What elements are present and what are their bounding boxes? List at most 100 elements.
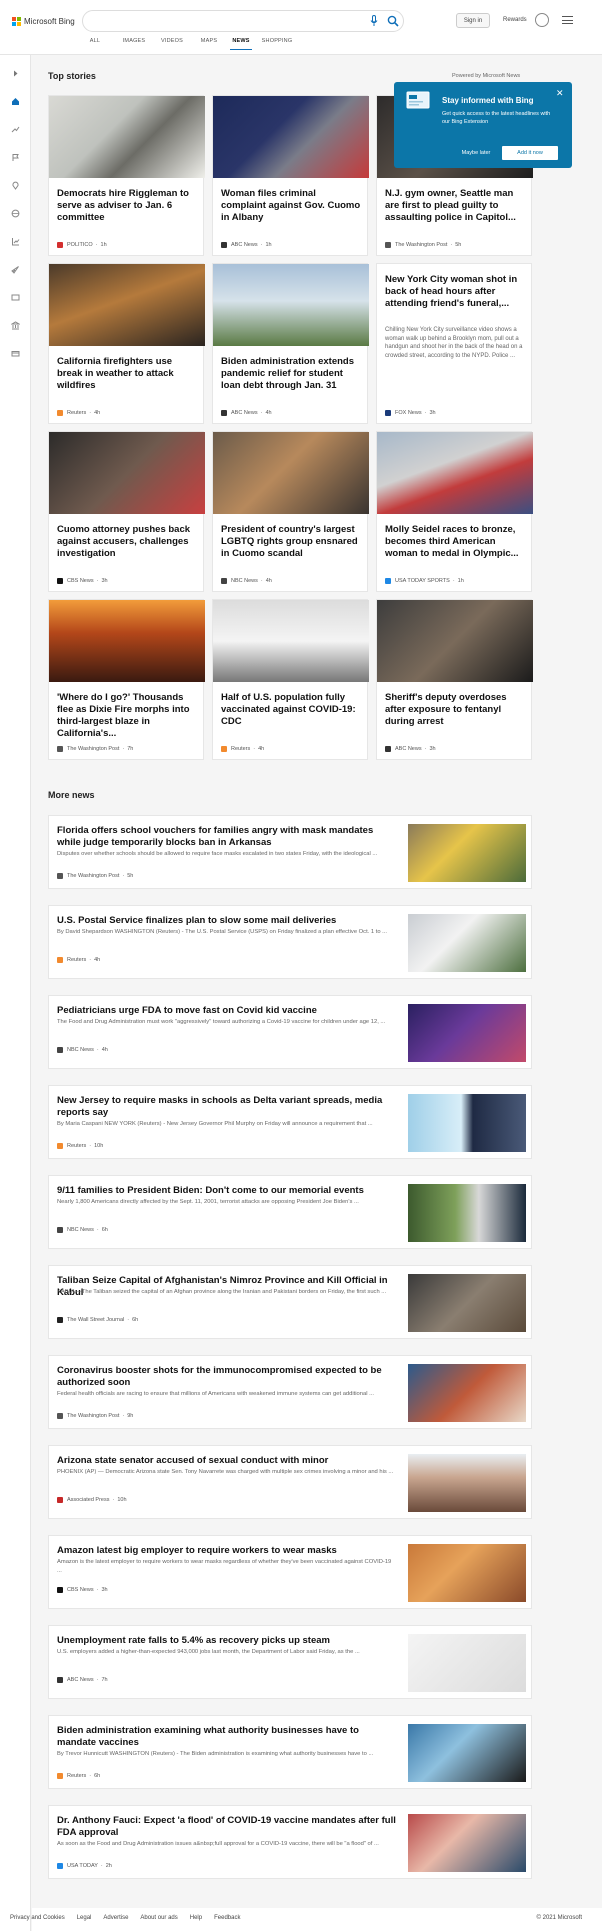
news-thumbnail[interactable] xyxy=(408,1184,526,1242)
tab-images[interactable]: IMAGES xyxy=(118,38,150,50)
story-card[interactable]: Molly Seidel races to bronze, becomes th… xyxy=(376,431,533,592)
entertainment-icon[interactable] xyxy=(11,293,20,302)
sign-in-button[interactable]: Sign in xyxy=(456,13,490,28)
news-title[interactable]: Arizona state senator accused of sexual … xyxy=(57,1455,397,1467)
story-image[interactable] xyxy=(213,96,369,178)
microphone-icon[interactable] xyxy=(370,15,378,27)
story-title[interactable]: N.J. gym owner, Seattle man are first to… xyxy=(385,188,525,224)
hamburger-menu-icon[interactable] xyxy=(562,16,573,24)
story-card[interactable]: Democrats hire Riggleman to serve as adv… xyxy=(48,95,205,256)
story-title[interactable]: Molly Seidel races to bronze, becomes th… xyxy=(385,524,525,560)
news-list-item[interactable]: New Jersey to require masks in schools a… xyxy=(48,1085,532,1159)
footer-link-advertise[interactable]: Advertise xyxy=(103,1915,128,1921)
tab-shopping[interactable]: SHOPPING xyxy=(258,38,296,50)
home-icon[interactable] xyxy=(11,97,20,106)
story-image[interactable] xyxy=(49,600,205,682)
news-title[interactable]: 9/11 families to President Biden: Don't … xyxy=(57,1185,397,1197)
footer-link-privacy[interactable]: Privacy and Cookies xyxy=(10,1915,65,1921)
news-thumbnail[interactable] xyxy=(408,1454,526,1512)
tab-videos[interactable]: VIDEOS xyxy=(156,38,188,50)
news-thumbnail[interactable] xyxy=(408,1004,526,1062)
story-card[interactable]: 'Where do I go?' Thousands flee as Dixie… xyxy=(48,599,205,760)
story-image[interactable] xyxy=(213,600,369,682)
news-title[interactable]: Amazon latest big employer to require wo… xyxy=(57,1545,397,1557)
trending-icon[interactable] xyxy=(11,125,20,134)
story-image[interactable] xyxy=(49,96,205,178)
news-thumbnail[interactable] xyxy=(408,1274,526,1332)
story-card[interactable]: President of country's largest LGBTQ rig… xyxy=(212,431,369,592)
story-title[interactable]: Half of U.S. population fully vaccinated… xyxy=(221,692,361,728)
rocket-icon[interactable] xyxy=(11,265,20,274)
footer-link-legal[interactable]: Legal xyxy=(77,1915,92,1921)
rewards-trophy-icon[interactable] xyxy=(535,13,549,27)
news-list-item[interactable]: Dr. Anthony Fauci: Expect 'a flood' of C… xyxy=(48,1805,532,1879)
story-title[interactable]: California firefighters use break in wea… xyxy=(57,356,197,392)
cards-icon[interactable] xyxy=(11,349,20,358)
bing-logo[interactable]: Microsoft Bing xyxy=(12,14,75,28)
story-image[interactable] xyxy=(377,432,533,514)
news-title[interactable]: Unemployment rate falls to 5.4% as recov… xyxy=(57,1635,397,1647)
story-title[interactable]: Woman files criminal complaint against G… xyxy=(221,188,361,224)
globe-icon[interactable] xyxy=(11,209,20,218)
news-title[interactable]: Biden administration examining what auth… xyxy=(57,1725,397,1749)
close-icon[interactable]: ✕ xyxy=(556,88,564,99)
story-title[interactable]: 'Where do I go?' Thousands flee as Dixie… xyxy=(57,692,197,740)
news-list-item[interactable]: Florida offers school vouchers for famil… xyxy=(48,815,532,889)
news-thumbnail[interactable] xyxy=(408,1364,526,1422)
story-title[interactable]: New York City woman shot in back of head… xyxy=(385,274,525,310)
news-thumbnail[interactable] xyxy=(408,1544,526,1602)
news-list-item[interactable]: U.S. Postal Service finalizes plan to sl… xyxy=(48,905,532,979)
news-thumbnail[interactable] xyxy=(408,914,526,972)
rewards-link[interactable]: Rewards xyxy=(503,17,527,23)
footer-link-about-ads[interactable]: About our ads xyxy=(140,1915,177,1921)
news-list-item[interactable]: Coronavirus booster shots for the immuno… xyxy=(48,1355,532,1429)
story-card[interactable]: Biden administration extends pandemic re… xyxy=(212,263,369,424)
search-input[interactable] xyxy=(82,10,404,32)
search-icon[interactable] xyxy=(387,15,399,27)
news-list-item[interactable]: Arizona state senator accused of sexual … xyxy=(48,1445,532,1519)
news-title[interactable]: Dr. Anthony Fauci: Expect 'a flood' of C… xyxy=(57,1815,397,1839)
news-list-item[interactable]: 9/11 families to President Biden: Don't … xyxy=(48,1175,532,1249)
story-image[interactable] xyxy=(213,264,369,346)
news-title[interactable]: Florida offers school vouchers for famil… xyxy=(57,825,397,849)
story-title[interactable]: Biden administration extends pandemic re… xyxy=(221,356,361,392)
news-list-item[interactable]: Pediatricians urge FDA to move fast on C… xyxy=(48,995,532,1069)
news-title[interactable]: U.S. Postal Service finalizes plan to sl… xyxy=(57,915,397,927)
tab-news[interactable]: NEWS xyxy=(230,38,252,50)
add-extension-button[interactable]: Add it now xyxy=(502,146,558,160)
story-image[interactable] xyxy=(377,600,533,682)
story-title[interactable]: Democrats hire Riggleman to serve as adv… xyxy=(57,188,197,224)
tab-maps[interactable]: MAPS xyxy=(194,38,224,50)
story-card[interactable]: California firefighters use break in wea… xyxy=(48,263,205,424)
location-pin-icon[interactable] xyxy=(11,181,20,190)
news-list-item[interactable]: Biden administration examining what auth… xyxy=(48,1715,532,1789)
story-image[interactable] xyxy=(49,432,205,514)
tab-all[interactable]: ALL xyxy=(80,38,110,50)
news-title[interactable]: New Jersey to require masks in schools a… xyxy=(57,1095,397,1119)
story-card[interactable]: Cuomo attorney pushes back against accus… xyxy=(48,431,205,592)
story-card[interactable]: Woman files criminal complaint against G… xyxy=(212,95,369,256)
story-title[interactable]: President of country's largest LGBTQ rig… xyxy=(221,524,361,560)
expand-sidebar-icon[interactable] xyxy=(11,69,20,78)
news-list-item[interactable]: Taliban Seize Capital of Afghanistan's N… xyxy=(48,1265,532,1339)
news-list-item[interactable]: Unemployment rate falls to 5.4% as recov… xyxy=(48,1625,532,1699)
news-thumbnail[interactable] xyxy=(408,1094,526,1152)
bank-icon[interactable] xyxy=(11,321,20,330)
story-card[interactable]: Sheriff's deputy overdoses after exposur… xyxy=(376,599,533,760)
news-list-item[interactable]: Amazon latest big employer to require wo… xyxy=(48,1535,532,1609)
news-thumbnail[interactable] xyxy=(408,1634,526,1692)
story-image[interactable] xyxy=(213,432,369,514)
news-thumbnail[interactable] xyxy=(408,824,526,882)
maybe-later-button[interactable]: Maybe later xyxy=(454,146,498,160)
news-title[interactable]: Coronavirus booster shots for the immuno… xyxy=(57,1365,397,1389)
story-image[interactable] xyxy=(49,264,205,346)
story-title[interactable]: Sheriff's deputy overdoses after exposur… xyxy=(385,692,525,728)
news-title[interactable]: Pediatricians urge FDA to move fast on C… xyxy=(57,1005,397,1017)
news-thumbnail[interactable] xyxy=(408,1814,526,1872)
footer-link-help[interactable]: Help xyxy=(190,1915,202,1921)
flag-icon[interactable] xyxy=(11,153,20,162)
footer-link-feedback[interactable]: Feedback xyxy=(214,1915,240,1921)
story-card[interactable]: Half of U.S. population fully vaccinated… xyxy=(212,599,369,760)
story-title[interactable]: Cuomo attorney pushes back against accus… xyxy=(57,524,197,560)
story-card[interactable]: New York City woman shot in back of head… xyxy=(376,263,532,424)
